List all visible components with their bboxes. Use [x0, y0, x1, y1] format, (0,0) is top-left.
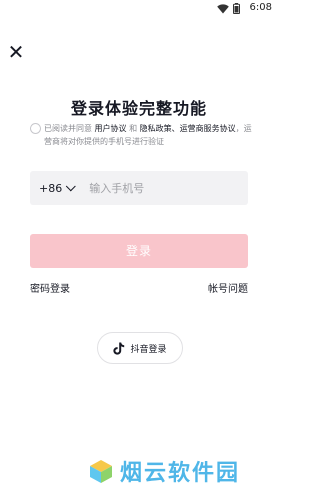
agreement-text: 已阅读并同意 用户协议 和 隐私政策、运营商服务协议，运营商将对你提供的手机号进…: [44, 122, 254, 148]
country-code-select[interactable]: +86: [39, 182, 62, 195]
privacy-policy-link[interactable]: 隐私政策、运营商服务协议: [140, 124, 236, 133]
tiktok-login-label: 抖音登录: [130, 344, 167, 355]
phone-input[interactable]: [89, 181, 220, 195]
tiktok-icon: [113, 342, 125, 355]
close-icon: ✕: [7, 40, 25, 64]
chevron-down-icon[interactable]: [66, 180, 76, 191]
status-time: 6:08: [249, 2, 272, 13]
wifi-icon: [217, 3, 229, 13]
user-agreement-link[interactable]: 用户协议: [95, 124, 127, 133]
watermark: 烟云软件园: [88, 455, 240, 487]
agreement-prefix: 已阅读并同意: [44, 124, 92, 133]
status-bar: 6:08: [0, 0, 278, 18]
watermark-logo: [90, 460, 112, 483]
phone-field: +86: [30, 171, 248, 205]
tiktok-login-button[interactable]: 抖音登录: [97, 332, 183, 364]
battery-icon: [233, 3, 240, 14]
status-icons: [217, 3, 240, 14]
agreement-and: 和: [129, 124, 138, 133]
page-title: 登录体验完整功能: [70, 99, 207, 118]
watermark-text: 烟云软件园: [120, 461, 241, 486]
agreement-checkbox[interactable]: [30, 123, 41, 134]
password-login-link[interactable]: 密码登录: [30, 280, 70, 295]
login-button[interactable]: 登录: [30, 234, 248, 268]
account-issue-link[interactable]: 帐号问题: [208, 280, 248, 295]
close-button[interactable]: ✕: [6, 42, 26, 62]
